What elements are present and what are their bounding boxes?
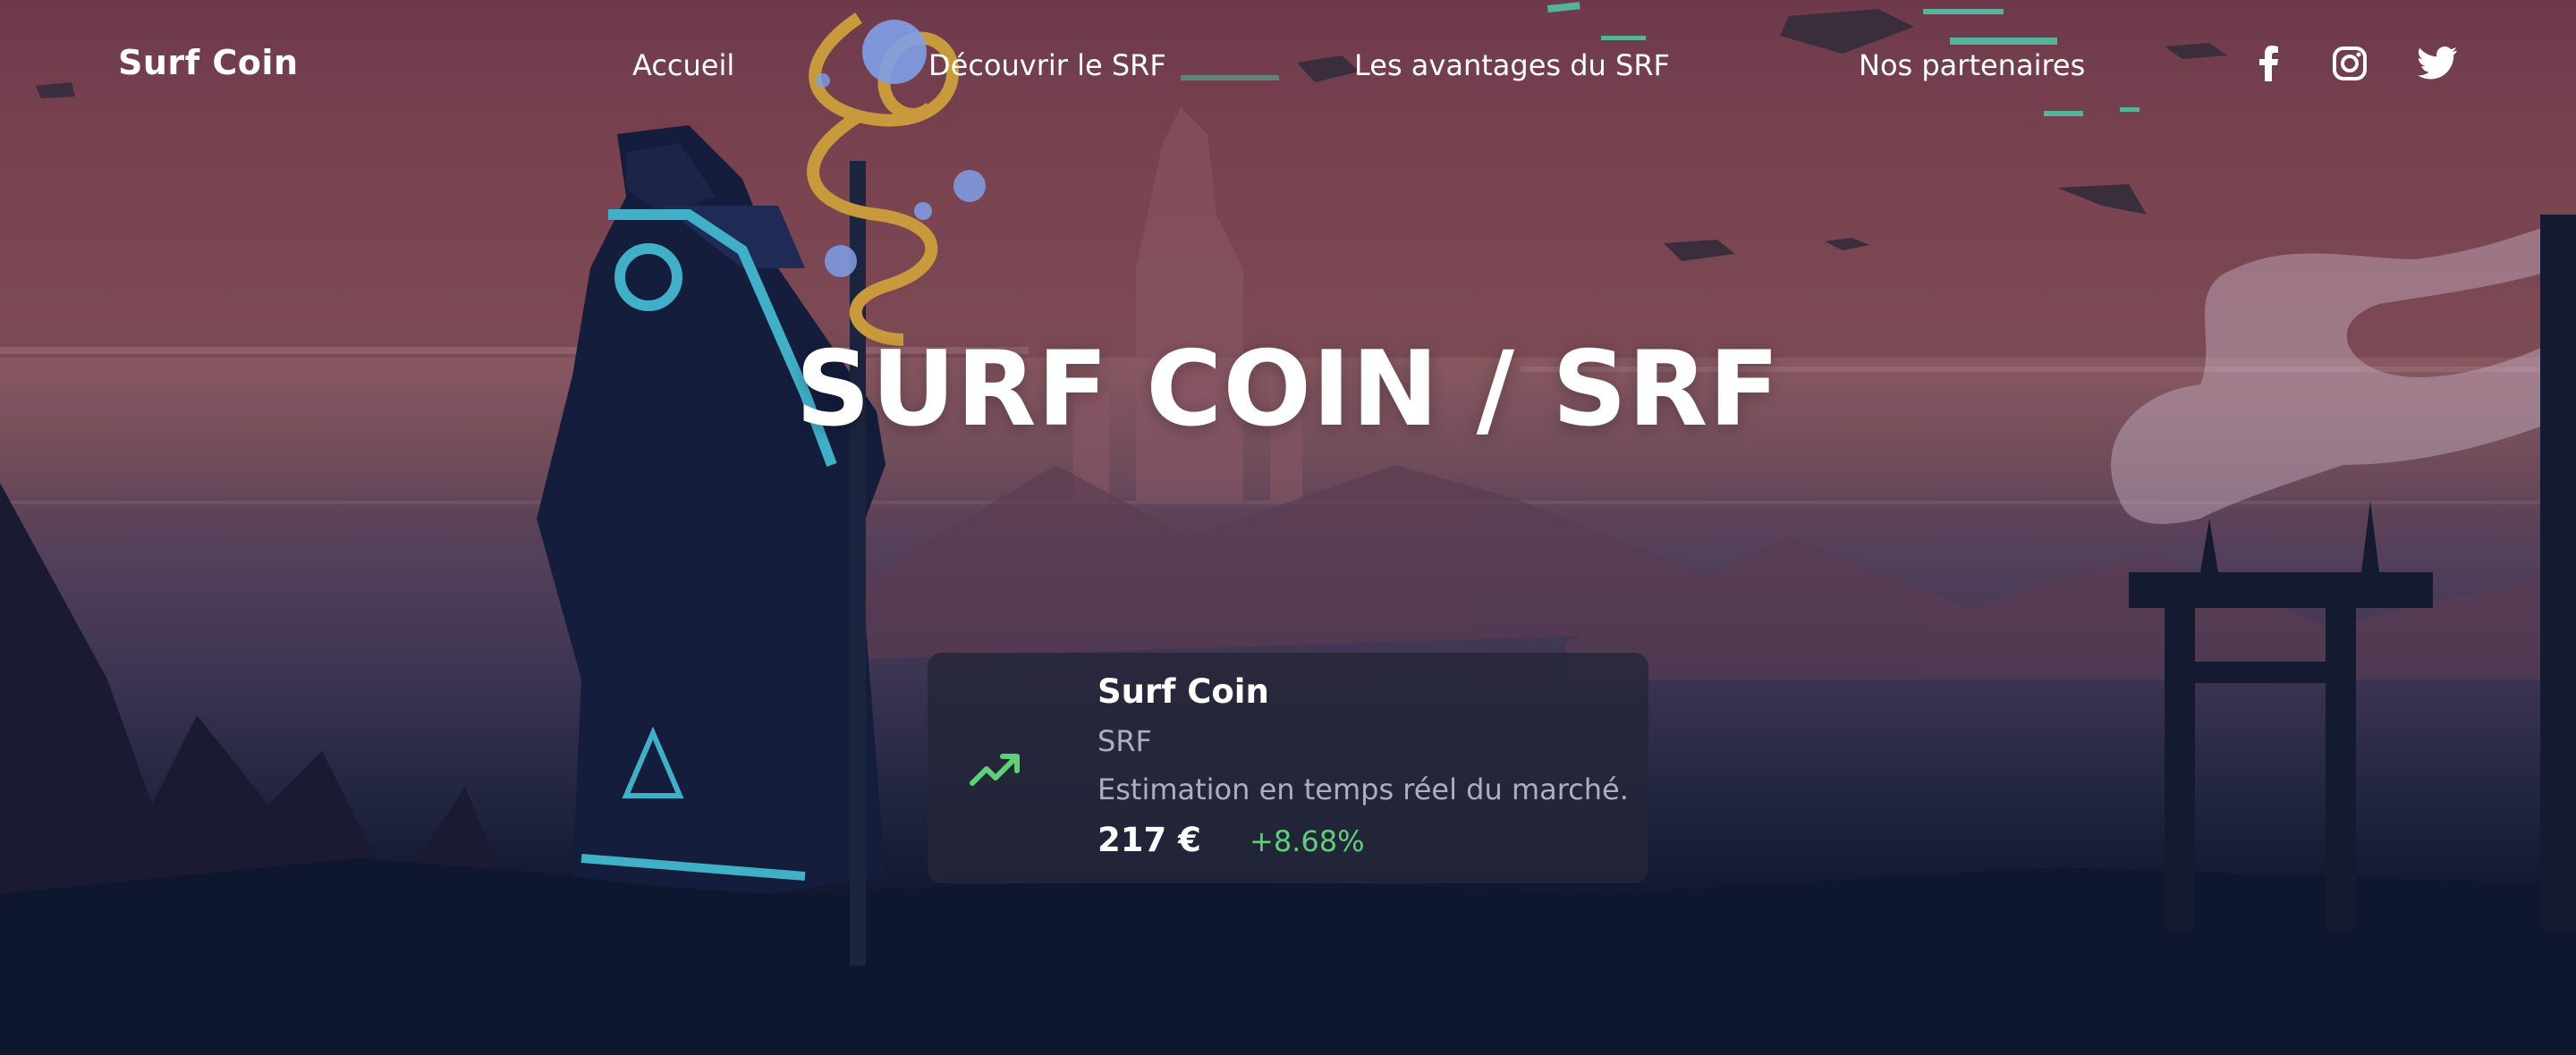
hero-section: Surf Coin Accueil Découvrir le SRF Les a… <box>0 0 2576 1055</box>
trending-up-icon <box>967 742 1024 799</box>
facebook-icon[interactable] <box>2247 41 2292 86</box>
nav-link-accueil[interactable]: Accueil <box>632 48 734 82</box>
top-navigation: Surf Coin Accueil Découvrir le SRF Les a… <box>0 0 2576 134</box>
watch-tower <box>2129 215 2576 930</box>
wizard-figure <box>537 125 886 894</box>
coin-name: Surf Coin <box>1097 672 1269 711</box>
hero-title: SURF COIN / SRF <box>795 329 1781 450</box>
nav-link-decouvrir[interactable]: Découvrir le SRF <box>928 48 1166 82</box>
coin-symbol: SRF <box>1097 724 1152 758</box>
coin-description: Estimation en temps réel du marché. <box>1097 772 1629 806</box>
nav-link-avantages[interactable]: Les avantages du SRF <box>1354 48 1670 82</box>
coin-change: +8.68% <box>1250 824 1365 858</box>
twitter-icon[interactable] <box>2415 41 2460 86</box>
instagram-icon[interactable] <box>2327 41 2372 86</box>
brand-logo[interactable]: Surf Coin <box>118 43 299 82</box>
nav-link-partenaires[interactable]: Nos partenaires <box>1859 48 2085 82</box>
background-illustration <box>0 2 2576 1055</box>
coin-card: Surf Coin SRF Estimation en temps réel d… <box>928 653 1648 883</box>
coin-price: 217 € <box>1097 821 1201 859</box>
